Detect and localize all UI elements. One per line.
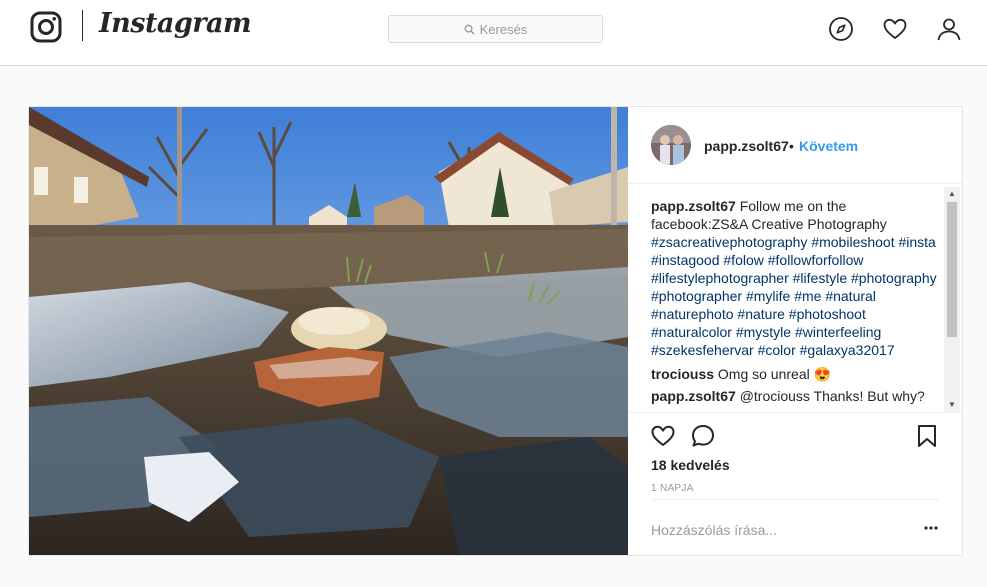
post-header: papp.zsolt67 • Követem xyxy=(628,107,962,184)
logo-divider xyxy=(82,10,83,41)
caption: papp.zsolt67 Follow me on the facebook:Z… xyxy=(628,184,939,359)
profile-icon[interactable] xyxy=(936,16,962,42)
comment-username[interactable]: trociouss xyxy=(651,366,714,382)
list-item: papp.zsolt67 @trociouss Thanks! But why? xyxy=(628,387,939,405)
follow-button[interactable]: Követem xyxy=(799,138,858,154)
more-options-icon[interactable] xyxy=(923,520,939,536)
comment-bubble-icon[interactable] xyxy=(690,423,716,449)
instagram-wordmark[interactable]: Instagram xyxy=(99,8,252,39)
like-heart-icon[interactable] xyxy=(650,423,676,449)
scroll-down-arrow-icon[interactable]: ▼ xyxy=(944,398,960,412)
list-item: trociouss Omg so unreal 😍 xyxy=(628,365,939,383)
comments-list: papp.zsolt67 Follow me on the facebook:Z… xyxy=(628,184,944,412)
bookmark-icon[interactable] xyxy=(914,423,940,449)
comment-text: @trociouss Thanks! But why? xyxy=(739,388,925,404)
post-timestamp[interactable]: 1 NAPJA xyxy=(651,483,694,494)
post-username[interactable]: papp.zsolt67 xyxy=(704,138,789,154)
comment-username[interactable]: papp.zsolt67 xyxy=(651,388,736,404)
add-comment-placeholder: Hozzászólás írása... xyxy=(651,522,778,538)
separator-dot: • xyxy=(789,138,794,154)
search-placeholder: Keresés xyxy=(479,21,528,37)
top-nav-bar: Instagram Keresés xyxy=(0,0,987,66)
post-photo[interactable] xyxy=(29,107,628,555)
likes-count[interactable]: 18 kedvelés xyxy=(651,457,730,473)
search-icon xyxy=(464,24,475,35)
comments-scrollbar[interactable]: ▲ ▼ xyxy=(944,187,960,412)
post-card: papp.zsolt67 • Követem papp.zsolt67 Foll… xyxy=(28,106,963,556)
avatar[interactable] xyxy=(651,125,691,165)
scroll-up-arrow-icon[interactable]: ▲ xyxy=(944,187,960,201)
search-input[interactable]: Keresés xyxy=(388,15,603,43)
add-comment-field[interactable]: Hozzászólás írása... xyxy=(651,499,939,555)
post-sidebar: papp.zsolt67 • Követem papp.zsolt67 Foll… xyxy=(628,107,962,555)
comment-text: Omg so unreal 😍 xyxy=(717,366,832,382)
heart-icon[interactable] xyxy=(882,16,908,42)
instagram-glyph-icon[interactable] xyxy=(30,11,62,43)
caption-username[interactable]: papp.zsolt67 xyxy=(651,198,736,214)
compass-icon[interactable] xyxy=(828,16,854,42)
caption-hashtags[interactable]: #zsacreativephotography #mobileshoot #in… xyxy=(651,234,937,358)
scroll-thumb[interactable] xyxy=(947,202,957,337)
action-bar xyxy=(628,412,962,450)
